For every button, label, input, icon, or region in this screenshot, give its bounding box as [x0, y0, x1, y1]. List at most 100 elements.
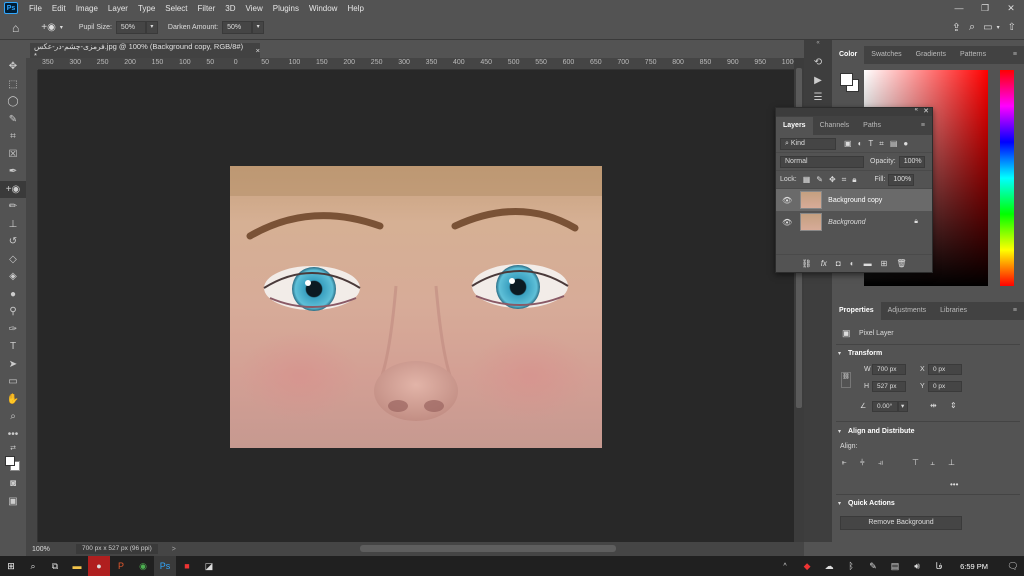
menu-file[interactable]: File	[24, 4, 47, 13]
restore-icon[interactable]: ❐	[972, 0, 998, 16]
lock-image-icon[interactable]: ✎	[816, 175, 823, 184]
paint-bucket-tool-icon[interactable]: ◈	[0, 268, 26, 286]
x-field[interactable]: 0 px	[928, 364, 962, 375]
language-indicator[interactable]: فا	[928, 556, 950, 576]
tab-patterns[interactable]: Patterns	[953, 46, 993, 64]
tab-paths[interactable]: Paths	[856, 117, 888, 135]
filter-shape-icon[interactable]: ⌗	[879, 139, 884, 149]
width-field[interactable]: 700 px	[872, 364, 906, 375]
actions-panel-icon[interactable]: ▶	[804, 72, 832, 90]
pupil-size-field[interactable]: 50%	[115, 21, 146, 34]
frame-tool-icon[interactable]: ☒	[0, 146, 26, 164]
history-brush-tool-icon[interactable]: ↺	[0, 233, 26, 251]
menu-layer[interactable]: Layer	[103, 4, 133, 13]
eraser-tool-icon[interactable]: ◇	[0, 251, 26, 269]
history-panel-icon[interactable]: ⟲	[804, 54, 832, 72]
panel-menu-icon[interactable]: ≡	[1006, 302, 1024, 320]
link-layers-icon[interactable]: ⛓︎	[802, 259, 812, 268]
tray-chevron-icon[interactable]: ^	[774, 556, 796, 576]
lasso-tool-icon[interactable]: ◯	[0, 93, 26, 111]
menu-edit[interactable]: Edit	[47, 4, 71, 13]
tab-gradients[interactable]: Gradients	[909, 46, 953, 64]
align-center-h-icon[interactable]: ⫩	[860, 458, 865, 468]
adjustment-layer-icon[interactable]: ◐	[850, 259, 855, 268]
menu-image[interactable]: Image	[71, 4, 103, 13]
quick-selection-tool-icon[interactable]: ✎	[0, 111, 26, 129]
panel-menu-icon[interactable]: ≡	[1006, 46, 1024, 64]
tab-layers[interactable]: Layers	[776, 117, 813, 135]
move-tool-icon[interactable]: ✥	[0, 58, 26, 76]
quick-mask-icon[interactable]: ◙	[0, 475, 26, 493]
layers-panel-header[interactable]: « ✕	[776, 107, 932, 116]
close-panel-icon[interactable]: ✕	[923, 107, 929, 115]
height-field[interactable]: 527 px	[872, 381, 906, 392]
layer-row-background[interactable]: 👁︎ Background 🔒︎	[776, 211, 932, 233]
menu-filter[interactable]: Filter	[193, 4, 221, 13]
tab-swatches[interactable]: Swatches	[864, 46, 908, 64]
more-options-icon[interactable]: •••	[950, 480, 958, 489]
eyedropper-tool-icon[interactable]: ✒	[0, 163, 26, 181]
menu-view[interactable]: View	[241, 4, 268, 13]
visibility-eye-icon[interactable]: 👁︎	[782, 196, 792, 205]
share-export-icon[interactable]: ⇧	[1008, 22, 1016, 33]
link-wh-icon[interactable]: ⛓︎	[841, 372, 851, 388]
close-tab-icon[interactable]: ×	[256, 46, 260, 55]
hue-slider[interactable]	[1000, 70, 1014, 286]
new-group-icon[interactable]: ▬	[864, 259, 872, 268]
more-tools-icon[interactable]: •••	[0, 426, 26, 444]
panel-menu-icon[interactable]: ≡	[914, 117, 932, 135]
fill-field[interactable]: 100%	[888, 173, 915, 186]
network-icon[interactable]: ▤	[884, 556, 906, 576]
clock[interactable]: 6:59 PM	[960, 562, 988, 571]
menu-window[interactable]: Window	[304, 4, 342, 13]
cloud-icon[interactable]: ☁	[818, 556, 840, 576]
menu-plugins[interactable]: Plugins	[268, 4, 304, 13]
zoom-level[interactable]: 100%	[26, 546, 60, 553]
screen-mode-icon[interactable]: ▣	[0, 493, 26, 511]
tab-color[interactable]: Color	[832, 46, 865, 64]
angle-field[interactable]: 0.00°	[872, 401, 898, 412]
filter-adjustment-icon[interactable]: ◐	[858, 139, 863, 148]
filter-toggle-icon[interactable]: ●	[903, 139, 908, 148]
filter-pixel-icon[interactable]: ▣	[844, 139, 852, 148]
flip-horizontal-icon[interactable]: ⇹	[930, 401, 937, 410]
brush-tool-icon[interactable]: ✏	[0, 198, 26, 216]
layer-style-icon[interactable]: fx	[821, 259, 827, 268]
pen-tool-icon[interactable]: ✑	[0, 321, 26, 339]
tool-preset-chevron-icon[interactable]: ▾	[60, 24, 63, 31]
filter-smart-object-icon[interactable]: ▤	[890, 139, 898, 148]
darken-amount-field[interactable]: 50%	[222, 21, 253, 34]
document-image[interactable]	[230, 166, 602, 448]
pupil-size-dropdown-icon[interactable]: ▾	[145, 21, 158, 34]
status-menu-chevron-icon[interactable]: >	[172, 546, 176, 553]
darken-amount-dropdown-icon[interactable]: ▾	[252, 21, 265, 34]
chrome-icon[interactable]: ◉	[132, 556, 154, 576]
minimize-icon[interactable]: —	[946, 0, 972, 16]
menu-type[interactable]: Type	[133, 4, 160, 13]
red-eye-tool-icon[interactable]: +◉	[0, 180, 26, 198]
layer-row-background-copy[interactable]: 👁︎ Background copy	[776, 189, 932, 211]
remove-background-button[interactable]: Remove Background	[840, 516, 962, 530]
tab-libraries[interactable]: Libraries	[933, 302, 974, 320]
stamp-tool-icon[interactable]: ⊥	[0, 216, 26, 234]
pen-icon[interactable]: ✎	[862, 556, 884, 576]
menu-help[interactable]: Help	[342, 4, 368, 13]
layer-filter-kind[interactable]: ⌕ Kind	[780, 137, 836, 150]
new-layer-icon[interactable]: ⊞	[881, 259, 888, 268]
flip-vertical-icon[interactable]: ⇕	[950, 401, 957, 410]
type-tool-icon[interactable]: T	[0, 338, 26, 356]
zoom-tool-icon[interactable]: ⌕	[0, 408, 26, 426]
visibility-eye-icon[interactable]: 👁︎	[782, 218, 792, 227]
red-eye-tool-icon[interactable]: +◉	[41, 22, 56, 33]
volume-icon[interactable]: 🔊︎	[906, 556, 928, 576]
rectangle-tool-icon[interactable]: ▭	[0, 373, 26, 391]
delete-layer-icon[interactable]: 🗑︎	[896, 259, 906, 268]
add-mask-icon[interactable]: ◘	[836, 259, 841, 268]
tab-adjustments[interactable]: Adjustments	[881, 302, 934, 320]
layer-name[interactable]: Background copy	[828, 197, 882, 204]
lock-position-icon[interactable]: ✥	[829, 175, 836, 184]
lock-transparent-icon[interactable]: ▦	[803, 175, 811, 184]
horizontal-scroll-thumb[interactable]	[360, 545, 616, 552]
collapse-icon[interactable]: «	[915, 107, 918, 113]
app-red-icon[interactable]: ●	[88, 556, 110, 576]
